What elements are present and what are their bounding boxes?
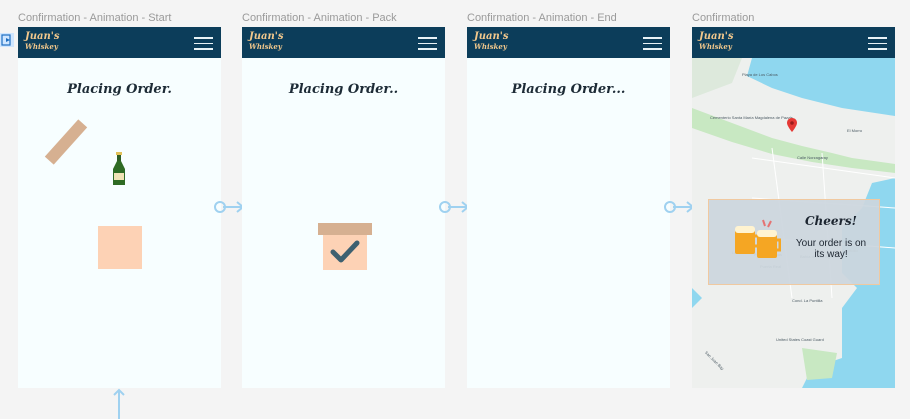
brand-line2: Whiskey (249, 42, 282, 51)
artboard-pack: Juan's Whiskey Placing Order.. (242, 27, 445, 388)
artboard-end: Juan's Whiskey Placing Order... (467, 27, 670, 388)
brand-logo[interactable]: Juan's Whiskey (474, 31, 509, 51)
box-lid-icon (44, 119, 88, 165)
artboard-label-confirmation[interactable]: Confirmation (692, 12, 754, 24)
brand-line1: Juan's (25, 31, 60, 42)
map[interactable]: Playa de Los Cabos Cementerio Santa Marí… (692, 58, 895, 388)
map-label: Cementerio Santa María Magdalena de Pazz… (710, 115, 793, 120)
brand-line2: Whiskey (25, 42, 58, 51)
header: Juan's Whiskey (467, 27, 670, 58)
beer-mugs-icon (735, 219, 781, 258)
page-title: Placing Order.. (288, 82, 399, 97)
check-icon (330, 240, 360, 263)
map-label: United States Coast Guard (776, 337, 824, 342)
menu-icon[interactable] (418, 37, 437, 50)
page-title: Placing Order. (67, 82, 172, 97)
cheers-card: Cheers! Your order is on its way! (708, 199, 880, 285)
play-icon[interactable] (0, 33, 14, 47)
menu-icon[interactable] (868, 37, 887, 50)
box-icon (98, 226, 142, 269)
menu-icon[interactable] (643, 37, 662, 50)
brand-logo[interactable]: Juan's Whiskey (699, 31, 734, 51)
menu-icon[interactable] (194, 37, 213, 50)
box-lid-icon (318, 223, 372, 235)
brand-line1: Juan's (699, 31, 734, 42)
bottle-icon (113, 152, 125, 185)
scroll-arrow-icon[interactable] (112, 388, 126, 419)
header: Juan's Whiskey (692, 27, 895, 58)
map-label: El Morro (847, 128, 863, 133)
artboard-start: Juan's Whiskey Placing Order. (18, 27, 221, 388)
artboard-label-start[interactable]: Confirmation - Animation - Start (18, 12, 171, 24)
brand-logo[interactable]: Juan's Whiskey (249, 31, 284, 51)
map-label: Cond. La Puntilla (792, 298, 823, 303)
brand-line2: Whiskey (699, 42, 732, 51)
cheers-title: Cheers! (805, 214, 857, 228)
page-title: Placing Order... (511, 82, 626, 97)
brand-line1: Juan's (249, 31, 284, 42)
artboard-label-end[interactable]: Confirmation - Animation - End (467, 12, 617, 24)
artboard-confirmation: Juan's Whiskey Playa de Los Cabos Cement… (692, 27, 895, 388)
artboard-label-pack[interactable]: Confirmation - Animation - Pack (242, 12, 397, 24)
flow-link-icon[interactable] (438, 200, 470, 214)
flow-link-icon[interactable] (663, 200, 695, 214)
brand-logo[interactable]: Juan's Whiskey (25, 31, 60, 51)
brand-line2: Whiskey (474, 42, 507, 51)
header: Juan's Whiskey (18, 27, 221, 58)
flow-link-icon[interactable] (213, 200, 245, 214)
map-pin-icon[interactable] (787, 118, 797, 132)
map-label: Calle Norzagaray (797, 155, 828, 160)
map-label: Playa de Los Cabos (742, 72, 778, 77)
cheers-message: Your order is on its way! (795, 238, 867, 260)
brand-line1: Juan's (474, 31, 509, 42)
header: Juan's Whiskey (242, 27, 445, 58)
